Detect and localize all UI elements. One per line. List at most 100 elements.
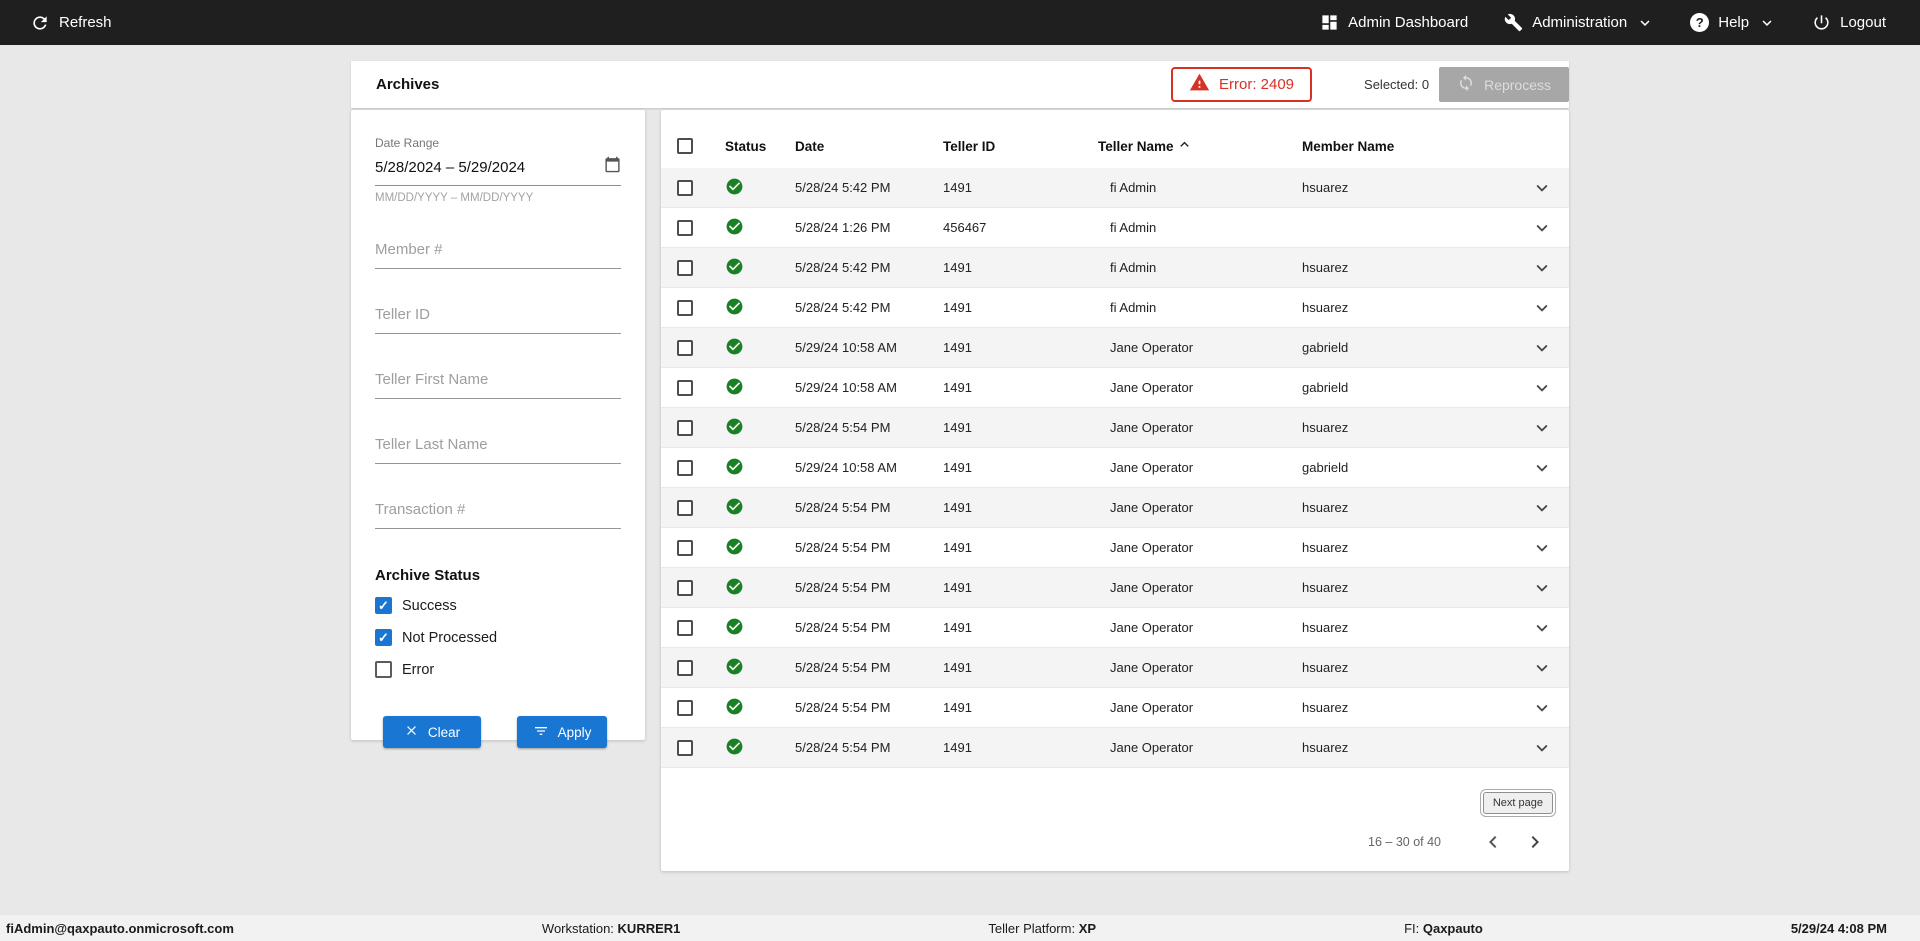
row-checkbox[interactable] bbox=[677, 619, 693, 636]
archives-table-panel: Status Date Teller ID Teller Name Member… bbox=[661, 110, 1569, 871]
status-option-checkbox[interactable] bbox=[375, 597, 392, 614]
teller-first-name-input[interactable] bbox=[375, 367, 621, 399]
expand-row-chevron-icon[interactable] bbox=[1531, 417, 1553, 439]
expand-row-chevron-icon[interactable] bbox=[1531, 257, 1553, 279]
row-checkbox[interactable] bbox=[677, 179, 693, 196]
admin-dashboard-button[interactable]: Admin Dashboard bbox=[1320, 13, 1468, 32]
table-body: 5/28/24 5:42 PM 1491 fi Admin hsuarez 5/… bbox=[661, 168, 1569, 768]
refresh-label: Refresh bbox=[59, 14, 112, 31]
teller-name-header-label: Teller Name bbox=[1098, 138, 1174, 154]
refresh-button[interactable]: Refresh bbox=[30, 13, 112, 33]
teller-platform-value: XP bbox=[1078, 920, 1097, 936]
logout-label: Logout bbox=[1840, 14, 1886, 31]
row-checkbox[interactable] bbox=[677, 339, 693, 356]
expand-row-chevron-icon[interactable] bbox=[1531, 657, 1553, 679]
table-row: 5/29/24 10:58 AM 1491 Jane Operator gabr… bbox=[661, 328, 1569, 368]
row-checkbox[interactable] bbox=[677, 459, 693, 476]
chevron-down-icon bbox=[1636, 14, 1654, 32]
teller-last-name-input[interactable] bbox=[375, 432, 621, 464]
reprocess-button[interactable]: Reprocess bbox=[1439, 67, 1569, 102]
row-teller-id: 1491 bbox=[943, 700, 972, 715]
row-date: 5/28/24 5:54 PM bbox=[795, 700, 891, 715]
select-all-checkbox[interactable] bbox=[677, 138, 693, 154]
row-date: 5/28/24 5:54 PM bbox=[795, 540, 891, 555]
expand-row-chevron-icon[interactable] bbox=[1531, 337, 1553, 359]
table-footer: Next page 16 – 30 of 40 bbox=[661, 789, 1569, 854]
status-option-checkbox[interactable] bbox=[375, 661, 392, 678]
help-menu[interactable]: ? Help bbox=[1690, 13, 1776, 32]
row-checkbox[interactable] bbox=[677, 219, 693, 236]
row-teller-name: Jane Operator bbox=[1110, 740, 1194, 755]
expand-row-chevron-icon[interactable] bbox=[1531, 577, 1553, 599]
row-date: 5/28/24 5:54 PM bbox=[795, 420, 891, 435]
row-member-name: hsuarez bbox=[1302, 740, 1349, 755]
row-checkbox[interactable] bbox=[677, 659, 693, 676]
row-teller-name: fi Admin bbox=[1110, 180, 1157, 195]
date-range-input[interactable] bbox=[375, 158, 604, 176]
reprocess-sync-icon bbox=[1457, 74, 1475, 95]
column-header-date[interactable]: Date bbox=[795, 139, 943, 154]
row-checkbox[interactable] bbox=[677, 539, 693, 556]
row-date: 5/29/24 10:58 AM bbox=[795, 380, 897, 395]
expand-row-chevron-icon[interactable] bbox=[1531, 217, 1553, 239]
row-checkbox[interactable] bbox=[677, 259, 693, 276]
error-count-button[interactable]: Error: 2409 bbox=[1170, 67, 1313, 102]
row-member-name: hsuarez bbox=[1302, 540, 1349, 555]
clear-button[interactable]: Clear bbox=[383, 716, 481, 748]
filter-icon bbox=[533, 723, 549, 742]
column-header-teller-name[interactable]: Teller Name bbox=[1098, 136, 1193, 156]
success-status-icon bbox=[725, 697, 744, 719]
calendar-icon[interactable] bbox=[604, 156, 621, 178]
clear-label: Clear bbox=[427, 724, 461, 740]
expand-row-chevron-icon[interactable] bbox=[1531, 457, 1553, 479]
main-content: Archives Error: 2409 Selected: 0 Reproce… bbox=[351, 61, 1569, 871]
apply-button[interactable]: Apply bbox=[517, 716, 607, 748]
row-teller-id: 1491 bbox=[943, 420, 972, 435]
expand-row-chevron-icon[interactable] bbox=[1531, 297, 1553, 319]
member-number-input[interactable] bbox=[375, 237, 621, 269]
row-checkbox[interactable] bbox=[677, 699, 693, 716]
success-status-icon bbox=[725, 337, 744, 359]
expand-row-chevron-icon[interactable] bbox=[1531, 497, 1553, 519]
row-checkbox[interactable] bbox=[677, 499, 693, 516]
row-teller-name: Jane Operator bbox=[1110, 620, 1194, 635]
previous-page-chevron-button[interactable] bbox=[1481, 830, 1505, 854]
row-date: 5/28/24 5:42 PM bbox=[795, 180, 891, 195]
fi-value: Qaxpauto bbox=[1422, 920, 1483, 936]
status-option-checkbox[interactable] bbox=[375, 629, 392, 646]
teller-id-input[interactable] bbox=[375, 302, 621, 334]
expand-row-chevron-icon[interactable] bbox=[1531, 377, 1553, 399]
fi-label: FI: bbox=[1404, 920, 1420, 936]
row-checkbox[interactable] bbox=[677, 379, 693, 396]
row-checkbox[interactable] bbox=[677, 299, 693, 316]
row-teller-name: Jane Operator bbox=[1110, 420, 1194, 435]
administration-menu[interactable]: Administration bbox=[1504, 13, 1654, 32]
column-header-member-name[interactable]: Member Name bbox=[1294, 139, 1514, 154]
row-date: 5/28/24 5:54 PM bbox=[795, 620, 891, 635]
row-teller-name: Jane Operator bbox=[1110, 540, 1194, 555]
help-label: Help bbox=[1718, 14, 1750, 31]
column-header-status[interactable]: Status bbox=[725, 139, 795, 154]
power-icon bbox=[1812, 13, 1831, 32]
expand-row-chevron-icon[interactable] bbox=[1531, 737, 1553, 759]
row-checkbox[interactable] bbox=[677, 419, 693, 436]
table-row: 5/28/24 5:54 PM 1491 Jane Operator hsuar… bbox=[661, 728, 1569, 768]
logout-button[interactable]: Logout bbox=[1812, 13, 1886, 32]
success-status-icon bbox=[725, 537, 744, 559]
next-page-chevron-button[interactable] bbox=[1523, 830, 1547, 854]
row-member-name: gabrield bbox=[1302, 340, 1349, 355]
row-checkbox[interactable] bbox=[677, 739, 693, 756]
next-page-button[interactable]: Next page bbox=[1479, 789, 1557, 817]
expand-row-chevron-icon[interactable] bbox=[1531, 537, 1553, 559]
row-checkbox[interactable] bbox=[677, 579, 693, 596]
workstation-info: Workstation: KURRER1 bbox=[542, 921, 680, 936]
column-header-teller-id[interactable]: Teller ID bbox=[943, 139, 1098, 154]
table-row: 5/28/24 5:54 PM 1491 Jane Operator hsuar… bbox=[661, 568, 1569, 608]
expand-row-chevron-icon[interactable] bbox=[1531, 177, 1553, 199]
expand-row-chevron-icon[interactable] bbox=[1531, 697, 1553, 719]
expand-row-chevron-icon[interactable] bbox=[1531, 617, 1553, 639]
row-teller-id: 456467 bbox=[943, 220, 987, 235]
transaction-number-input[interactable] bbox=[375, 497, 621, 529]
status-bar: fiAdmin@qaxpauto.onmicrosoft.com Worksta… bbox=[0, 915, 1920, 941]
archive-status-options: Success Not Processed Error bbox=[375, 595, 621, 680]
